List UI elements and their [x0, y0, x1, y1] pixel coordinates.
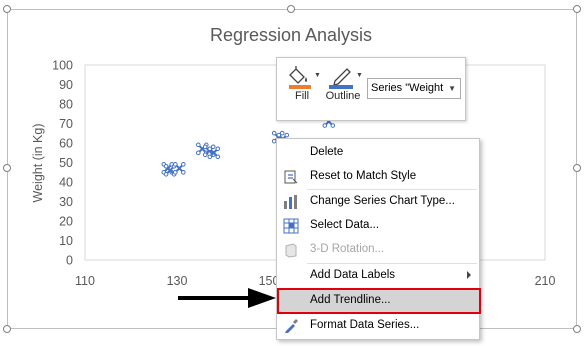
paint-bucket-icon	[289, 66, 311, 89]
annotation-arrow-icon	[178, 288, 276, 308]
y-tick-label: 90	[59, 78, 73, 92]
y-tick-label: 40	[59, 176, 73, 190]
y-tick-label: 100	[52, 59, 73, 73]
trendline-icon	[285, 294, 301, 310]
y-tick-label: 60	[59, 137, 73, 151]
menu-item-3d-rotation: 3-D Rotation...	[277, 238, 479, 262]
menu-item-add-trendline[interactable]: Add Trendline...	[277, 288, 481, 314]
chevron-down-icon: ▼	[448, 84, 456, 93]
series-select-value: Series "Weight	[371, 82, 444, 94]
format-series-icon	[285, 319, 298, 333]
y-tick-label: 70	[59, 117, 73, 131]
y-axis-title: Weight (in Kg)	[31, 124, 45, 203]
menu-item-delete[interactable]: Delete	[277, 141, 479, 165]
chart-type-icon	[284, 195, 297, 209]
y-tick-label: 30	[59, 195, 73, 209]
rotation-3d-icon	[285, 243, 297, 258]
delete-icon	[283, 145, 299, 161]
fill-label: Fill	[294, 90, 310, 102]
format-mini-toolbar: ▼ Fill ▼ Outline Series "Weight ▼	[276, 57, 466, 121]
y-tick-label: 20	[59, 215, 73, 229]
data-labels-icon	[283, 268, 299, 284]
outline-button[interactable]: ▼ Outline	[323, 64, 363, 102]
x-tick-label: 210	[535, 274, 556, 288]
chevron-right-icon	[467, 271, 471, 279]
reset-style-icon	[284, 170, 298, 184]
y-tick-label: 0	[66, 254, 73, 268]
data-point[interactable]	[173, 162, 186, 175]
series-select-dropdown[interactable]: Series "Weight ▼	[367, 78, 461, 99]
menu-item-reset-to-match-style[interactable]: Reset to Match Style	[277, 165, 479, 189]
context-menu: Delete Reset to Match Style Change Serie…	[276, 138, 481, 340]
chart-title: Regression Analysis	[210, 25, 372, 45]
y-tick-label: 80	[59, 98, 73, 112]
fill-button[interactable]: ▼ Fill	[287, 64, 321, 102]
y-tick-label: 10	[59, 234, 73, 248]
y-tick-label: 50	[59, 156, 73, 170]
x-tick-label: 110	[75, 274, 95, 288]
select-data-icon	[283, 218, 299, 234]
menu-item-format-data-series[interactable]: Format Data Series...	[277, 314, 479, 338]
menu-item-select-data[interactable]: Select Data...	[277, 214, 479, 238]
outline-label: Outline	[325, 90, 361, 102]
menu-item-change-series-chart-type[interactable]: Change Series Chart Type...	[277, 190, 479, 214]
menu-item-add-data-labels[interactable]: Add Data Labels	[277, 264, 479, 288]
